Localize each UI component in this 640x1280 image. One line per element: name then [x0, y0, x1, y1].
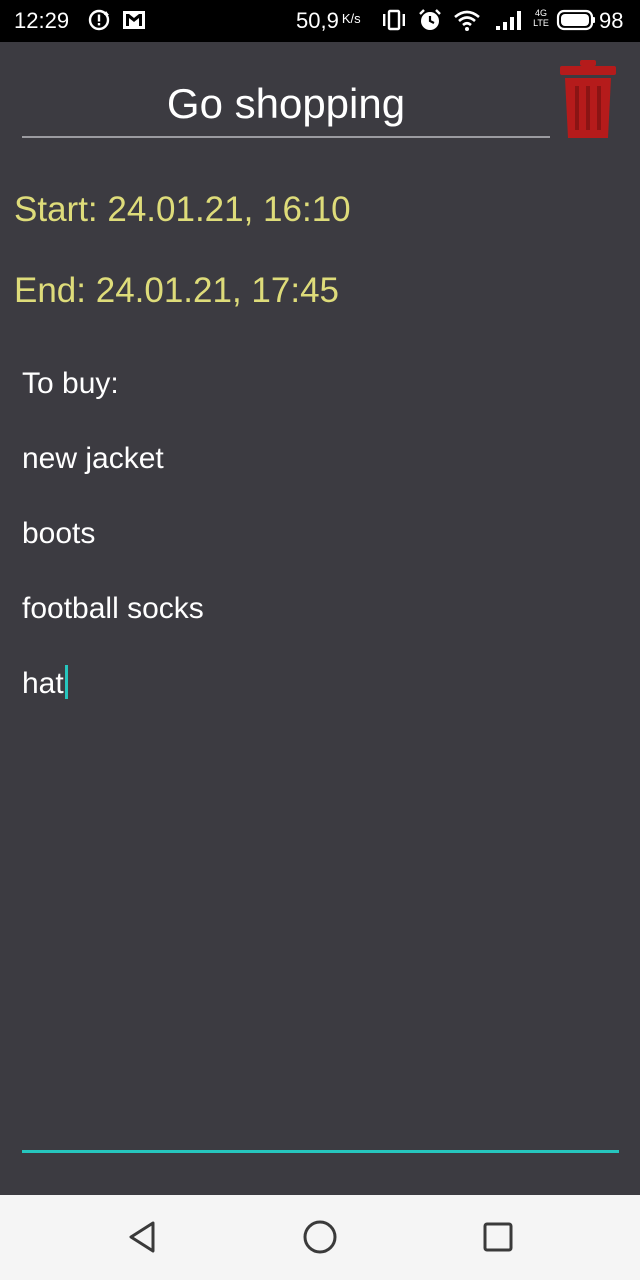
network-speed: 50,9 K/s — [296, 8, 361, 34]
note-line: To buy: — [22, 367, 119, 400]
wifi-icon — [454, 10, 480, 31]
status-time: 12:29 — [14, 8, 70, 33]
sync-alert-icon — [88, 9, 110, 31]
navigation-bar — [0, 1195, 640, 1280]
start-datetime[interactable]: Start: 24.01.21, 16:10 — [14, 189, 351, 231]
recents-button[interactable] — [476, 1215, 520, 1259]
back-icon — [129, 1221, 155, 1253]
note-line: football socks — [22, 592, 204, 625]
network-speed-value: 50,9 — [296, 8, 339, 33]
note-line-text: hat — [22, 667, 64, 700]
network-type: 4G LTE — [532, 8, 550, 28]
text-cursor — [64, 665, 68, 699]
battery-level: 98 — [599, 8, 624, 33]
trash-icon — [560, 60, 616, 138]
note-title-input[interactable]: Go shopping — [22, 78, 550, 130]
network-type-bottom: LTE — [533, 18, 549, 28]
battery-icon — [556, 9, 595, 31]
status-bar: 12:29 50,9 K/s 4G LTE 98 — [0, 0, 640, 42]
note-line-last: hat — [22, 660, 618, 735]
vibrate-icon — [383, 9, 405, 31]
note-line: new jacket — [22, 442, 164, 475]
network-type-top: 4G — [534, 8, 547, 18]
recents-icon — [483, 1222, 513, 1252]
network-speed-unit: K/s — [341, 11, 361, 26]
title-underline — [22, 136, 550, 138]
alarm-icon — [419, 9, 441, 30]
note-line: boots — [22, 517, 96, 550]
delete-button[interactable] — [558, 60, 618, 138]
signal-icon — [496, 11, 521, 30]
note-body-underline — [22, 1150, 619, 1153]
back-button[interactable] — [121, 1215, 165, 1259]
gmail-icon — [123, 11, 145, 29]
note-body-input[interactable]: To buy: new jacket boots football socks … — [22, 360, 618, 735]
end-datetime[interactable]: End: 24.01.21, 17:45 — [14, 270, 339, 312]
home-icon — [303, 1220, 337, 1254]
home-button[interactable] — [298, 1215, 342, 1259]
